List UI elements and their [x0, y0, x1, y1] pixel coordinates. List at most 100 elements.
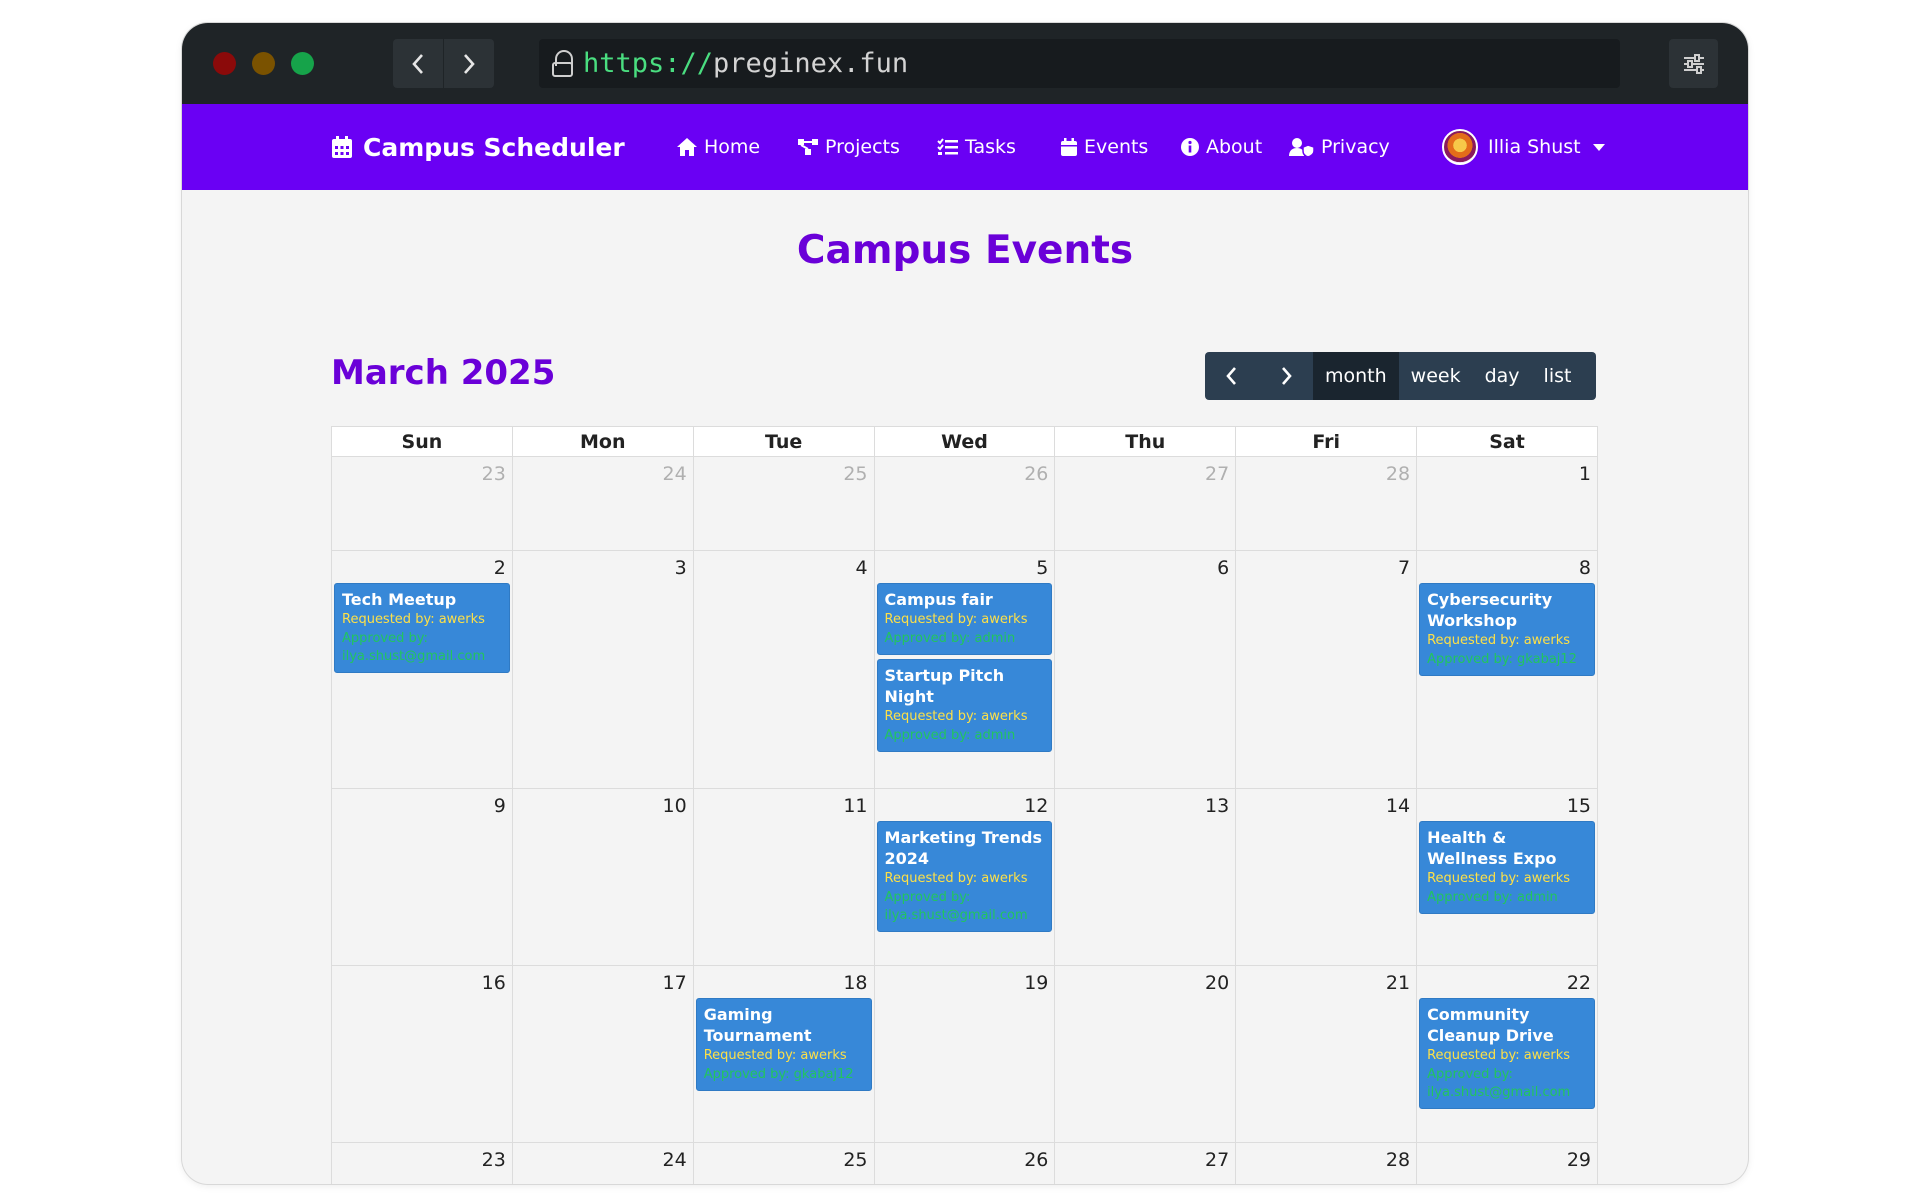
- day-number[interactable]: 25: [694, 457, 874, 485]
- calendar-day-cell[interactable]: 23: [331, 456, 513, 551]
- day-number[interactable]: 7: [1236, 551, 1416, 579]
- day-number[interactable]: 6: [1055, 551, 1235, 579]
- calendar-event[interactable]: Campus fair Requested by: awerks Approved …: [876, 583, 1053, 655]
- calendar-day-cell[interactable]: 3: [511, 550, 694, 789]
- day-number[interactable]: 23: [332, 1143, 512, 1171]
- calendar-day-cell[interactable]: 14: [1235, 788, 1418, 966]
- address-bar[interactable]: https://preginex.fun: [539, 39, 1620, 88]
- day-number[interactable]: 24: [513, 457, 693, 485]
- calendar-day-cell[interactable]: 28: [1235, 1142, 1418, 1184]
- calendar-day-cell[interactable]: 8 Cybersecurity Workshop Requested by: awe…: [1416, 550, 1598, 789]
- calendar-day-cell[interactable]: 28: [1235, 456, 1418, 551]
- calendar-day-cell[interactable]: 15 Health & Wellness Expo Requested by: aw…: [1416, 788, 1598, 966]
- calendar-day-cell[interactable]: 17: [511, 965, 694, 1143]
- day-number[interactable]: 28: [1236, 457, 1416, 485]
- day-number[interactable]: 11: [694, 789, 874, 817]
- calendar-event[interactable]: Cybersecurity Workshop Requested by: awer…: [1419, 583, 1595, 676]
- calendar-day-cell[interactable]: 10: [511, 788, 694, 966]
- view-day-button[interactable]: day: [1473, 352, 1532, 400]
- forward-button[interactable]: [444, 39, 494, 88]
- calendar-day-cell[interactable]: 9: [331, 788, 513, 966]
- browser-settings-button[interactable]: [1669, 39, 1718, 88]
- day-number[interactable]: 19: [875, 966, 1055, 994]
- calendar-event[interactable]: Startup Pitch Night Requested by: awerks A…: [876, 659, 1053, 752]
- calendar-day-cell[interactable]: 18 Gaming Tournament Requested by: awerks A…: [692, 965, 875, 1143]
- day-number[interactable]: 25: [694, 1143, 874, 1171]
- minimize-window-button[interactable]: [252, 52, 275, 75]
- calendar-day-cell[interactable]: 16: [331, 965, 513, 1143]
- day-number[interactable]: 23: [332, 457, 512, 485]
- calendar-day-cell[interactable]: 25: [692, 1142, 875, 1184]
- user-menu[interactable]: Illia Shust: [1442, 104, 1605, 190]
- day-number[interactable]: 16: [332, 966, 512, 994]
- day-number[interactable]: 3: [513, 551, 693, 579]
- brand-link[interactable]: Campus Scheduler: [331, 104, 625, 190]
- day-number[interactable]: 18: [694, 966, 874, 994]
- calendar-day-cell[interactable]: 26: [873, 1142, 1056, 1184]
- calendar-day-cell[interactable]: 1: [1416, 456, 1598, 551]
- day-number[interactable]: 26: [875, 457, 1055, 485]
- calendar-day-cell[interactable]: 4: [692, 550, 875, 789]
- view-week-button[interactable]: week: [1399, 352, 1473, 400]
- calendar-day-cell[interactable]: 23: [331, 1142, 513, 1184]
- calendar-event[interactable]: Health & Wellness Expo Requested by: awer…: [1419, 821, 1595, 914]
- day-number[interactable]: 9: [332, 789, 512, 817]
- nav-privacy[interactable]: Privacy: [1289, 104, 1390, 190]
- calendar-event[interactable]: Tech Meetup Requested by: awerks Approved …: [334, 583, 510, 673]
- day-number[interactable]: 10: [513, 789, 693, 817]
- calendar-day-cell[interactable]: 12 Marketing Trends 2024 Requested by: awe…: [873, 788, 1056, 966]
- day-number[interactable]: 24: [513, 1143, 693, 1171]
- nav-events[interactable]: Events: [1060, 104, 1148, 190]
- calendar-day-cell[interactable]: 7: [1235, 550, 1418, 789]
- calendar-day-cell[interactable]: 29: [1416, 1142, 1598, 1184]
- nav-tasks[interactable]: Tasks: [937, 104, 1016, 190]
- day-number[interactable]: 20: [1055, 966, 1235, 994]
- calendar-event[interactable]: Gaming Tournament Requested by: awerks App…: [695, 998, 872, 1091]
- next-month-button[interactable]: [1259, 352, 1313, 400]
- calendar-day-cell[interactable]: 25: [692, 456, 875, 551]
- calendar-day-cell[interactable]: 20: [1054, 965, 1237, 1143]
- day-number[interactable]: 8: [1417, 551, 1597, 579]
- calendar-day-cell[interactable]: 21: [1235, 965, 1418, 1143]
- calendar-day-cell[interactable]: 13: [1054, 788, 1237, 966]
- calendar-day-cell[interactable]: 6: [1054, 550, 1237, 789]
- day-number[interactable]: 27: [1055, 1143, 1235, 1171]
- nav-home[interactable]: Home: [676, 104, 760, 190]
- day-number[interactable]: 1: [1417, 457, 1597, 485]
- calendar-event[interactable]: Marketing Trends 2024 Requested by: awerk…: [876, 821, 1053, 932]
- lock-icon: [551, 49, 575, 79]
- maximize-window-button[interactable]: [291, 52, 314, 75]
- day-number[interactable]: 15: [1417, 789, 1597, 817]
- day-number[interactable]: 21: [1236, 966, 1416, 994]
- day-number[interactable]: 5: [875, 551, 1055, 579]
- day-number[interactable]: 2: [332, 551, 512, 579]
- day-number[interactable]: 12: [875, 789, 1055, 817]
- day-number[interactable]: 14: [1236, 789, 1416, 817]
- calendar-day-cell[interactable]: 5 Campus fair Requested by: awerks Approved…: [873, 550, 1056, 789]
- calendar-day-cell[interactable]: 22 Community Cleanup Drive Requested by: a…: [1416, 965, 1598, 1143]
- calendar-day-cell[interactable]: 27: [1054, 1142, 1237, 1184]
- calendar-day-cell[interactable]: 24: [511, 1142, 694, 1184]
- calendar-day-cell[interactable]: 19: [873, 965, 1056, 1143]
- calendar-day-cell[interactable]: 26: [873, 456, 1056, 551]
- nav-about[interactable]: About: [1180, 104, 1262, 190]
- day-number[interactable]: 27: [1055, 457, 1235, 485]
- close-window-button[interactable]: [213, 52, 236, 75]
- back-button[interactable]: [393, 39, 444, 88]
- day-number[interactable]: 28: [1236, 1143, 1416, 1171]
- view-month-button[interactable]: month: [1313, 352, 1399, 400]
- day-number[interactable]: 4: [694, 551, 874, 579]
- calendar-day-cell[interactable]: 11: [692, 788, 875, 966]
- day-number[interactable]: 29: [1417, 1143, 1597, 1171]
- view-list-button[interactable]: list: [1532, 352, 1584, 400]
- nav-projects[interactable]: Projects: [797, 104, 900, 190]
- day-number[interactable]: 26: [875, 1143, 1055, 1171]
- calendar-day-cell[interactable]: 2 Tech Meetup Requested by: awerks Approved…: [331, 550, 513, 789]
- prev-month-button[interactable]: [1205, 352, 1259, 400]
- day-number[interactable]: 17: [513, 966, 693, 994]
- calendar-event[interactable]: Community Cleanup Drive Requested by: awe…: [1419, 998, 1595, 1109]
- day-number[interactable]: 22: [1417, 966, 1597, 994]
- calendar-day-cell[interactable]: 27: [1054, 456, 1237, 551]
- calendar-day-cell[interactable]: 24: [511, 456, 694, 551]
- day-number[interactable]: 13: [1055, 789, 1235, 817]
